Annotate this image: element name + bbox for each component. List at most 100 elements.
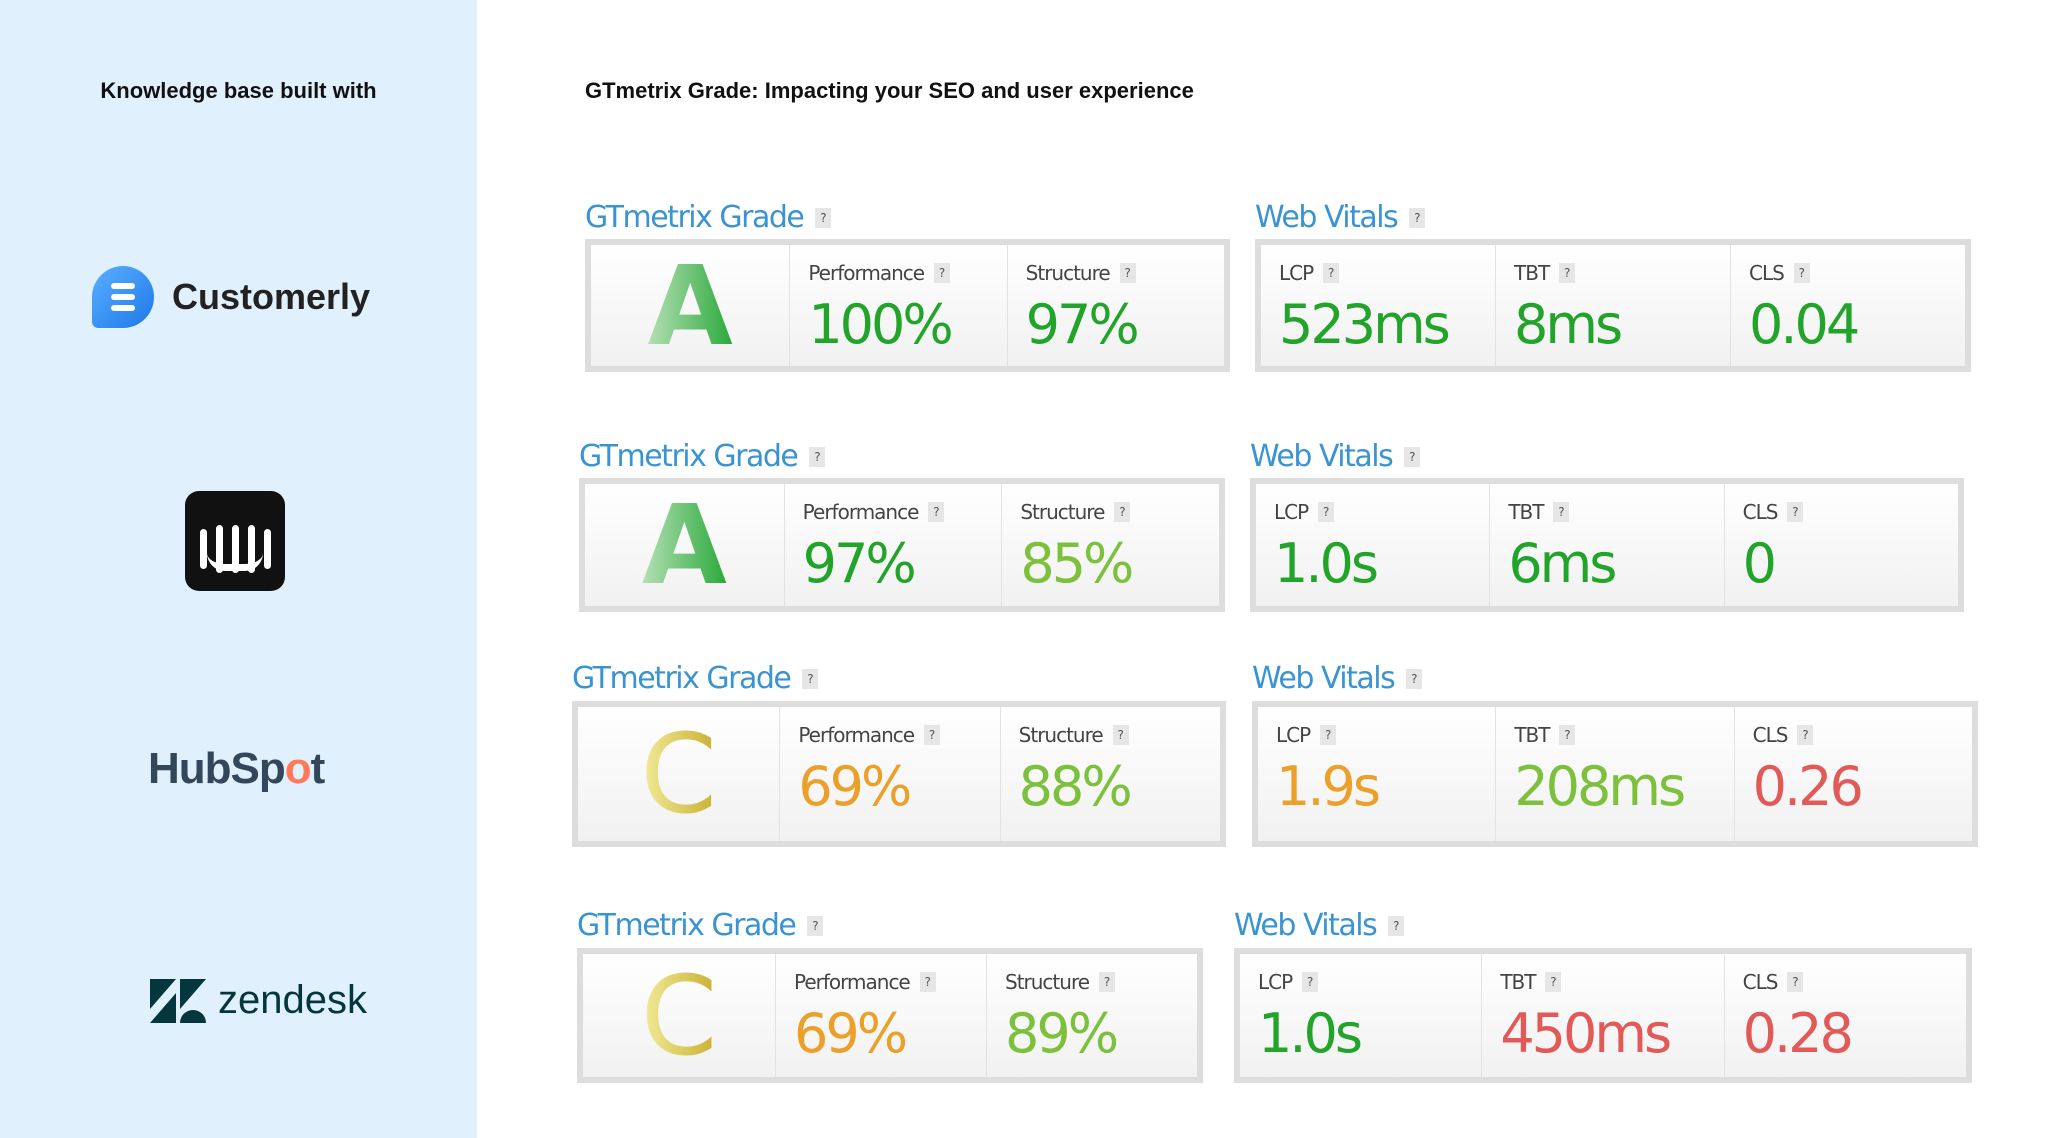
lcp-label: LCP bbox=[1258, 970, 1293, 994]
help-icon[interactable]: ? bbox=[1114, 502, 1131, 522]
lcp-cell: LCP? 1.9s bbox=[1258, 707, 1497, 841]
gtmetrix-grade-title: GTmetrix Grade bbox=[572, 661, 792, 696]
tbt-value: 208ms bbox=[1514, 755, 1686, 818]
tbt-cell: TBT? 208ms bbox=[1496, 707, 1735, 841]
lcp-cell: LCP? 523ms bbox=[1261, 245, 1496, 366]
performance-value: 69% bbox=[798, 755, 912, 818]
performance-value: 100% bbox=[808, 293, 953, 356]
web-vitals-box: LCP? 523ms TBT? 8ms CLS? 0.04 bbox=[1255, 239, 1971, 372]
customerly-name: Customerly bbox=[172, 276, 371, 317]
help-icon[interactable]: ? bbox=[919, 972, 936, 992]
cls-value: 0.28 bbox=[1742, 1002, 1854, 1065]
help-icon[interactable]: ? bbox=[1793, 263, 1810, 283]
grade-box: C Performance? 69% Structure? 89% bbox=[577, 948, 1203, 1083]
lcp-value: 523ms bbox=[1279, 293, 1451, 356]
grade-letter: A bbox=[641, 481, 727, 609]
cls-label: CLS bbox=[1742, 500, 1779, 524]
performance-cell: Performance? 97% bbox=[785, 484, 1003, 606]
help-icon[interactable]: ? bbox=[1318, 502, 1335, 522]
gtmetrix-grade-header: GTmetrix Grade? bbox=[579, 439, 826, 474]
tbt-label: TBT bbox=[1514, 261, 1550, 285]
help-icon[interactable]: ? bbox=[928, 502, 945, 522]
structure-cell: Structure? 97% bbox=[1008, 245, 1224, 366]
help-icon[interactable]: ? bbox=[1787, 972, 1804, 992]
lcp-label: LCP bbox=[1274, 500, 1309, 524]
structure-value: 88% bbox=[1018, 755, 1133, 818]
customerly-logo: Customerly bbox=[92, 266, 370, 328]
cls-value: 0 bbox=[1742, 532, 1777, 595]
cls-value: 0.26 bbox=[1752, 755, 1864, 818]
grade-box: A Performance? 97% Structure? 85% bbox=[579, 478, 1225, 612]
cls-label: CLS bbox=[1742, 970, 1779, 994]
lcp-value: 1.0s bbox=[1258, 1002, 1363, 1065]
structure-cell: Structure? 88% bbox=[1001, 707, 1220, 841]
performance-cell: Performance? 100% bbox=[790, 245, 1008, 366]
help-icon[interactable]: ? bbox=[1409, 207, 1426, 228]
grade-letter: C bbox=[640, 951, 718, 1080]
grade-letter: A bbox=[647, 241, 733, 370]
gtmetrix-grade-header: GTmetrix Grade? bbox=[585, 200, 832, 235]
performance-label: Performance bbox=[808, 261, 925, 285]
performance-label: Performance bbox=[802, 500, 920, 524]
performance-value: 97% bbox=[802, 532, 917, 595]
help-icon[interactable]: ? bbox=[1112, 725, 1129, 745]
web-vitals-box: LCP? 1.9s TBT? 208ms CLS? 0.26 bbox=[1252, 701, 1978, 847]
structure-value: 97% bbox=[1025, 293, 1140, 356]
tbt-label: TBT bbox=[1500, 970, 1536, 994]
tbt-cell: TBT? 450ms bbox=[1482, 954, 1725, 1077]
cls-label: CLS bbox=[1752, 723, 1789, 747]
help-icon[interactable]: ? bbox=[815, 207, 832, 228]
structure-value: 89% bbox=[1005, 1002, 1119, 1065]
help-icon[interactable]: ? bbox=[1553, 502, 1570, 522]
lcp-label: LCP bbox=[1279, 261, 1314, 285]
help-icon[interactable]: ? bbox=[1559, 263, 1576, 283]
help-icon[interactable]: ? bbox=[1320, 725, 1337, 745]
help-icon[interactable]: ? bbox=[1099, 972, 1116, 992]
help-icon[interactable]: ? bbox=[1404, 446, 1421, 467]
performance-label: Performance bbox=[798, 723, 915, 747]
zendesk-logo: zendesk bbox=[150, 978, 367, 1023]
grade-cell: C bbox=[578, 707, 781, 841]
web-vitals-title: Web Vitals bbox=[1250, 439, 1394, 474]
tbt-value: 6ms bbox=[1508, 532, 1617, 595]
help-icon[interactable]: ? bbox=[1787, 502, 1804, 522]
cls-cell: CLS? 0 bbox=[1725, 484, 1958, 606]
gtmetrix-grade-header: GTmetrix Grade? bbox=[577, 908, 824, 943]
lcp-value: 1.9s bbox=[1276, 755, 1381, 818]
help-icon[interactable]: ? bbox=[809, 446, 826, 467]
cls-value: 0.04 bbox=[1749, 293, 1860, 356]
help-icon[interactable]: ? bbox=[924, 725, 941, 745]
tbt-cell: TBT? 6ms bbox=[1490, 484, 1725, 606]
web-vitals-box: LCP? 1.0s TBT? 450ms CLS? 0.28 bbox=[1234, 948, 1972, 1083]
help-icon[interactable]: ? bbox=[1559, 725, 1576, 745]
help-icon[interactable]: ? bbox=[1797, 725, 1814, 745]
help-icon[interactable]: ? bbox=[934, 263, 951, 283]
help-icon[interactable]: ? bbox=[1302, 972, 1319, 992]
gtmetrix-grade-header: GTmetrix Grade? bbox=[572, 661, 819, 696]
zendesk-mark-icon bbox=[150, 978, 206, 1023]
lcp-cell: LCP? 1.0s bbox=[1256, 484, 1491, 606]
help-icon[interactable]: ? bbox=[802, 668, 819, 689]
structure-label: Structure bbox=[1005, 970, 1090, 994]
cls-cell: CLS? 0.28 bbox=[1725, 954, 1966, 1077]
tbt-value: 450ms bbox=[1500, 1002, 1672, 1065]
hubspot-logo: Hub Sp o t bbox=[148, 744, 325, 793]
web-vitals-title: Web Vitals bbox=[1252, 661, 1396, 696]
performance-value: 69% bbox=[794, 1002, 908, 1065]
help-icon[interactable]: ? bbox=[1119, 263, 1136, 283]
lcp-label: LCP bbox=[1276, 723, 1311, 747]
help-icon[interactable]: ? bbox=[1545, 972, 1562, 992]
structure-label: Structure bbox=[1018, 723, 1104, 747]
help-icon[interactable]: ? bbox=[1388, 915, 1405, 936]
performance-label: Performance bbox=[794, 970, 911, 994]
help-icon[interactable]: ? bbox=[1323, 263, 1340, 283]
intercom-logo bbox=[185, 491, 285, 591]
gtmetrix-grade-title: GTmetrix Grade bbox=[585, 200, 805, 235]
sidebar-title: Knowledge base built with bbox=[100, 78, 377, 103]
help-icon[interactable]: ? bbox=[1406, 668, 1423, 689]
page-title: GTmetrix Grade: Impacting your SEO and u… bbox=[585, 78, 1194, 103]
lcp-cell: LCP? 1.0s bbox=[1240, 954, 1483, 1077]
zendesk-name: zendesk bbox=[218, 978, 367, 1022]
help-icon[interactable]: ? bbox=[807, 915, 824, 936]
tbt-label: TBT bbox=[1508, 500, 1544, 524]
